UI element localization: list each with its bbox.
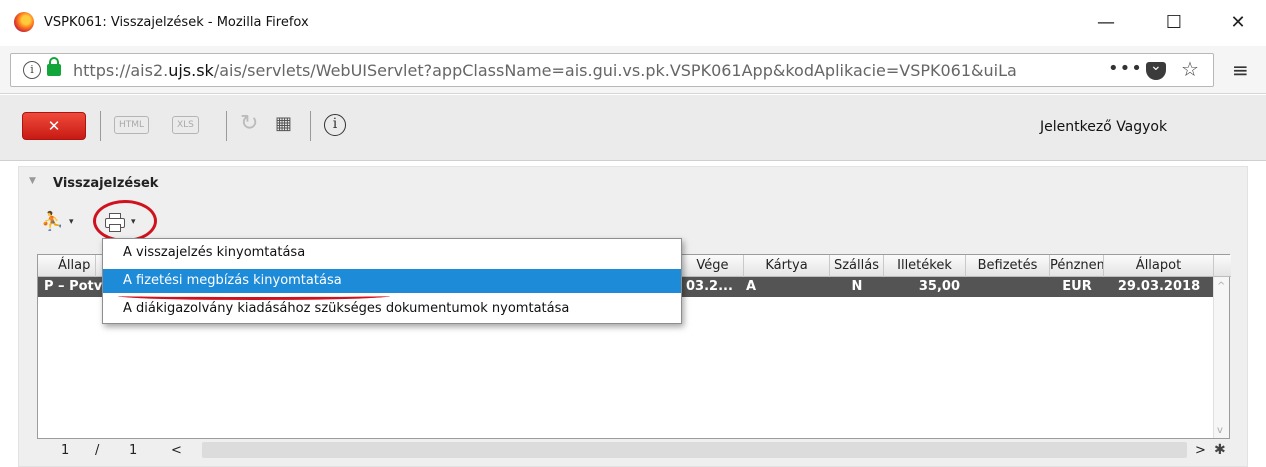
toolbar-divider (310, 111, 311, 141)
total-pages: 1 (129, 443, 138, 458)
menu-item-print-payment-order[interactable]: A fizetési megbízás kinyomtatása (103, 269, 681, 293)
window-title: VSPK061: Visszajelzések - Mozilla Firefo… (44, 15, 309, 30)
current-page[interactable]: 1 (61, 443, 69, 458)
column-header[interactable]: Pénznem (1050, 255, 1104, 277)
gear-icon[interactable]: ✱ (1214, 442, 1226, 458)
table-cell (966, 277, 1050, 297)
firefox-logo-icon (14, 12, 34, 32)
table-pager: 1 / 1 < > ✱ (37, 439, 1230, 463)
table-cell: P – Potv (44, 279, 103, 294)
scroll-up-icon[interactable]: ^ (1217, 281, 1225, 292)
grid-icon[interactable]: ▦ (275, 113, 292, 134)
column-header[interactable]: Befizetés (966, 255, 1050, 277)
scroll-down-icon[interactable]: v (1217, 425, 1223, 436)
panel-title: Visszajelzések (53, 176, 159, 191)
table-cell: 35,00 (918, 279, 960, 294)
table-cell: EUR (1062, 279, 1092, 294)
close-window-button[interactable]: ✕ (1218, 10, 1258, 36)
table-cell: 29.03.2018 (1117, 279, 1201, 294)
lock-icon[interactable] (47, 57, 61, 76)
scroll-right-icon[interactable]: > (1195, 443, 1206, 458)
browser-navbar: i https://ais2.ujs.sk/ais/servlets/WebUI… (0, 46, 1266, 94)
info-icon[interactable]: i (324, 114, 346, 136)
menu-item-print-student-card-docs[interactable]: A diákigazolvány kiadásához szükséges do… (103, 297, 681, 321)
column-header[interactable]: Illetékek (884, 255, 966, 277)
chevron-down-icon[interactable]: ▾ (69, 217, 74, 227)
export-html-button[interactable]: HTML (114, 116, 150, 134)
url-field[interactable]: i https://ais2.ujs.sk/ais/servlets/WebUI… (10, 53, 1214, 87)
horizontal-scrollbar[interactable] (202, 442, 1187, 458)
bookmark-star-icon[interactable]: ☆ (1181, 57, 1199, 81)
close-app-button[interactable]: ✕ (22, 112, 86, 140)
app-toolbar: ✕ HTML XLS ↻ ▦ i Jelentkező Vagyok (0, 95, 1266, 161)
table-cell: N (851, 279, 863, 294)
menu-item-print-feedback[interactable]: A visszajelzés kinyomtatása (103, 241, 681, 265)
page-actions-button[interactable]: ••• (1108, 58, 1143, 79)
window-titlebar: VSPK061: Visszajelzések - Mozilla Firefo… (0, 0, 1266, 46)
minimize-button[interactable]: — (1086, 10, 1126, 36)
table-cell: A (746, 279, 757, 294)
column-header[interactable]: Szállás (830, 255, 884, 277)
annotation-underline (118, 292, 390, 300)
export-xls-button[interactable]: XLS (172, 116, 199, 134)
menu-hamburger-icon[interactable]: ≡ (1232, 58, 1249, 82)
action-runner-icon[interactable]: ⛹ (41, 211, 63, 232)
url-text[interactable]: https://ais2.ujs.sk/ais/servlets/WebUISe… (73, 61, 1083, 80)
user-name: Jelentkező Vagyok (1040, 119, 1168, 135)
annotation-circle (93, 200, 157, 242)
print-dropdown-menu: A visszajelzés kinyomtatása A fizetési m… (102, 238, 682, 324)
pocket-icon[interactable] (1146, 58, 1166, 80)
column-header[interactable]: Állapot (1104, 255, 1214, 277)
scroll-left-icon[interactable]: < (171, 443, 182, 458)
toolbar-divider (100, 111, 101, 141)
column-header[interactable]: Vége (682, 255, 744, 277)
vertical-scrollbar[interactable]: ^ v (1213, 277, 1229, 438)
page-separator: / (95, 443, 100, 458)
column-header[interactable]: Állap (38, 255, 96, 277)
table-cell: 03.2... (686, 279, 733, 294)
column-header[interactable]: Kártya (744, 255, 830, 277)
panel-collapse-icon[interactable]: ▼ (29, 176, 36, 186)
maximize-button[interactable]: ☐ (1154, 10, 1194, 36)
refresh-icon[interactable]: ↻ (240, 111, 258, 136)
site-info-icon[interactable]: i (23, 61, 41, 79)
toolbar-divider (226, 111, 227, 141)
